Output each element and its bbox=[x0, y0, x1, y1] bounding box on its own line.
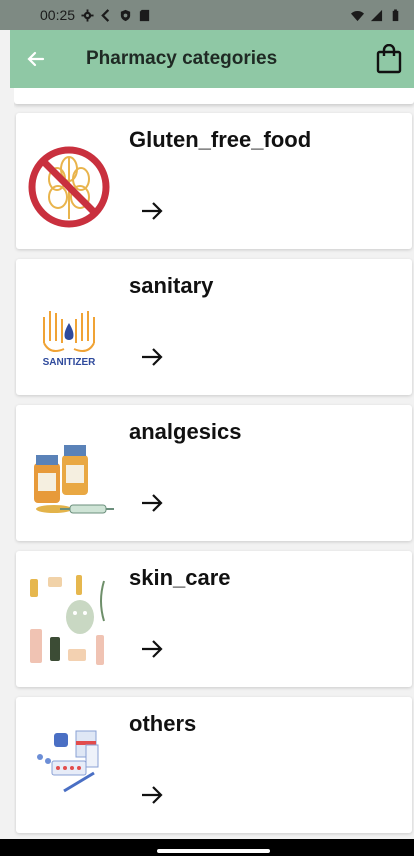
pharmacy-supplies-icon bbox=[37, 730, 99, 793]
category-name: Gluten_free_food bbox=[129, 127, 312, 152]
settings-icon bbox=[81, 8, 94, 22]
page-title: Pharmacy categories bbox=[86, 48, 278, 69]
cart-button[interactable] bbox=[364, 30, 414, 88]
battery-icon bbox=[392, 8, 399, 21]
list-item-partial bbox=[14, 88, 414, 104]
status-system-icons bbox=[351, 8, 402, 22]
arrow-forward-icon[interactable] bbox=[136, 341, 168, 373]
category-name: sanitary bbox=[129, 273, 214, 298]
category-list[interactable]: Gluten_free_food SANITIZER sanitary anal… bbox=[14, 88, 414, 839]
arrow-forward-icon[interactable] bbox=[136, 195, 168, 227]
sanitizer-icon: SANITIZER bbox=[43, 311, 97, 368]
arrow-forward-icon[interactable] bbox=[136, 487, 168, 519]
status-bar: 00:25 bbox=[0, 0, 414, 30]
app-bar: Pharmacy categories bbox=[10, 30, 414, 88]
status-notification-icons bbox=[81, 8, 151, 22]
category-card-analgesics[interactable]: analgesics bbox=[16, 405, 412, 541]
category-name: others bbox=[129, 711, 197, 736]
arrow-forward-icon[interactable] bbox=[136, 633, 168, 665]
arrow-back-icon bbox=[27, 51, 45, 67]
gluten-free-icon bbox=[28, 146, 110, 228]
category-name: skin_care bbox=[129, 565, 231, 590]
home-gesture-handle[interactable] bbox=[157, 849, 270, 853]
shopping-bag-icon bbox=[376, 44, 402, 74]
back-button[interactable] bbox=[10, 30, 62, 88]
medicine-bottles-icon bbox=[34, 445, 114, 514]
category-card-gluten-free-food[interactable]: Gluten_free_food bbox=[16, 113, 412, 249]
category-card-skin-care[interactable]: skin_care bbox=[16, 551, 412, 687]
navigation-bar bbox=[0, 839, 414, 856]
chevron-left-icon bbox=[101, 8, 110, 22]
category-card-others[interactable]: others bbox=[16, 697, 412, 833]
skin-care-products-icon bbox=[30, 575, 105, 665]
screen: 00:25 Pharmacy categories Gluten_free_fo… bbox=[0, 0, 414, 856]
arrow-forward-icon[interactable] bbox=[136, 779, 168, 811]
sd-card-icon bbox=[139, 9, 150, 21]
shield-icon bbox=[120, 9, 131, 21]
sanitizer-label: SANITIZER bbox=[43, 357, 97, 368]
category-card-sanitary[interactable]: SANITIZER sanitary bbox=[16, 259, 412, 395]
signal-icon bbox=[370, 9, 383, 21]
wifi-icon bbox=[351, 10, 364, 21]
category-name: analgesics bbox=[129, 419, 242, 444]
status-time: 00:25 bbox=[40, 7, 76, 23]
